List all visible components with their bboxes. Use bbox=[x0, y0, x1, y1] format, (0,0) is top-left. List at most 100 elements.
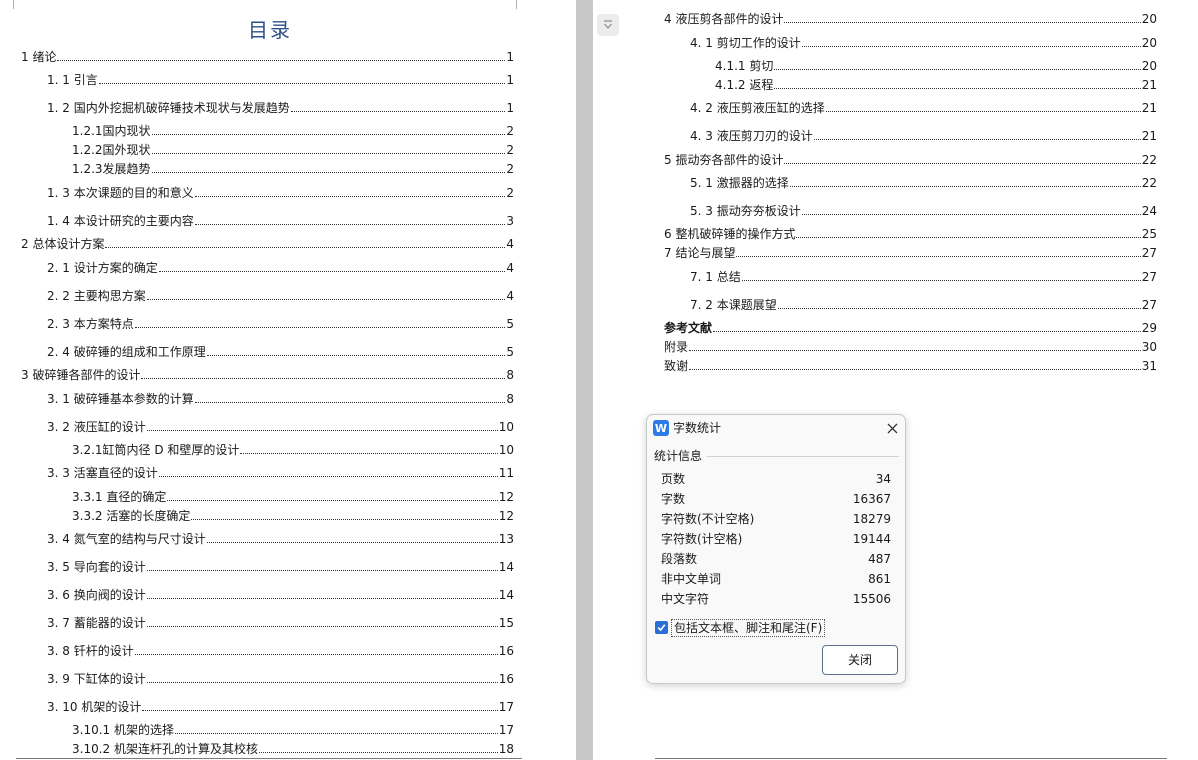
toc-entry-page-number: 14 bbox=[498, 560, 514, 574]
toc-entry[interactable]: 5. 1 激振器的选择 22 bbox=[690, 174, 1157, 190]
toc-entry[interactable]: 3. 2 液压缸的设计 10 bbox=[47, 418, 514, 434]
toc-entry[interactable]: 7. 1 总结 27 bbox=[690, 268, 1157, 284]
toc-entry-label: 3.10.1 机架的选择 bbox=[72, 723, 174, 737]
toc-leader-dots bbox=[194, 224, 506, 225]
page-corner-mark bbox=[516, 0, 526, 9]
stat-row: 字数 16367 bbox=[661, 491, 891, 507]
toc-entry-page-number: 8 bbox=[506, 392, 514, 406]
toc-entry[interactable]: 1. 3 本次课题的目的和意义 2 bbox=[47, 184, 514, 200]
toc-entry[interactable]: 致谢 31 bbox=[664, 357, 1157, 373]
toc-entry[interactable]: 3.2.1缸筒内径 D 和壁厚的设计 10 bbox=[72, 441, 514, 457]
toc-entry[interactable]: 1.2.3发展趋势 2 bbox=[72, 160, 514, 176]
collapse-toc-button[interactable] bbox=[597, 14, 619, 36]
toc-leader-dots bbox=[736, 256, 1141, 257]
toc-entry[interactable]: 3. 10 机架的设计 17 bbox=[47, 698, 514, 714]
toc-entry[interactable]: 5 振动夯各部件的设计 22 bbox=[664, 151, 1157, 167]
toc-entry[interactable]: 附录 30 bbox=[664, 338, 1157, 354]
toc-entry[interactable]: 3.3.1 直径的确定 12 bbox=[72, 488, 514, 504]
toc-entry-label: 2. 4 破碎锤的组成和工作原理 bbox=[47, 345, 206, 359]
toc-entry-page-number: 22 bbox=[1141, 153, 1157, 167]
toc-entry[interactable]: 1.2.2国外现状 2 bbox=[72, 141, 514, 157]
toc-entry[interactable]: 3. 4 氮气室的结构与尺寸设计 13 bbox=[47, 530, 514, 546]
toc-leader-dots bbox=[146, 570, 498, 571]
toc-entry[interactable]: 3. 7 蓄能器的设计 15 bbox=[47, 614, 514, 630]
toc-entry[interactable]: 3. 8 钎杆的设计 16 bbox=[47, 642, 514, 658]
toc-entry-page-number: 16 bbox=[498, 644, 514, 658]
page-gap bbox=[576, 0, 593, 760]
toc-entry[interactable]: 4.1.2 返程 21 bbox=[715, 76, 1157, 92]
toc-entry[interactable]: 3.10.2 机架连杆孔的计算及其校核 18 bbox=[72, 740, 514, 756]
toc-entry[interactable]: 1.2.1国内现状 2 bbox=[72, 122, 514, 138]
stat-row: 页数 34 bbox=[661, 471, 891, 487]
toc-entry[interactable]: 2. 1 设计方案的确定 4 bbox=[47, 259, 514, 275]
stat-value: 15506 bbox=[852, 592, 891, 606]
toc-entry[interactable]: 2. 4 破碎锤的组成和工作原理 5 bbox=[47, 343, 514, 359]
toc-leader-dots bbox=[98, 83, 506, 84]
toc-entry-label: 附录 bbox=[664, 340, 689, 354]
toc-entry-page-number: 2 bbox=[506, 143, 514, 157]
toc-entry-page-number: 18 bbox=[498, 742, 514, 756]
close-icon bbox=[887, 423, 897, 433]
toc-entry[interactable]: 3. 3 活塞直径的设计 11 bbox=[47, 464, 514, 480]
toc-entry[interactable]: 2 总体设计方案 4 bbox=[21, 235, 514, 251]
toc-entry[interactable]: 1 绪论 1 bbox=[21, 48, 514, 64]
toc-leader-dots bbox=[151, 134, 506, 135]
include-textbox-footnotes-label[interactable]: 包括文本框、脚注和尾注(F) bbox=[671, 619, 826, 637]
toc-entry[interactable]: 1. 4 本设计研究的主要内容 3 bbox=[47, 212, 514, 228]
toc-entry-page-number: 21 bbox=[1141, 129, 1157, 143]
stat-row: 字符数(计空格) 19144 bbox=[661, 531, 891, 547]
include-textbox-footnotes-checkbox[interactable] bbox=[655, 621, 668, 634]
toc-entry[interactable]: 3. 9 下缸体的设计 16 bbox=[47, 670, 514, 686]
toc-entry[interactable]: 4. 3 液压剪刀刃的设计 21 bbox=[690, 127, 1157, 143]
toc-entry-page-number: 20 bbox=[1141, 12, 1157, 26]
close-button[interactable]: 关闭 bbox=[822, 645, 898, 675]
toc-entry-page-number: 27 bbox=[1141, 298, 1157, 312]
toc-entry-label: 1.2.3发展趋势 bbox=[72, 162, 151, 176]
toc-entry-page-number: 20 bbox=[1141, 59, 1157, 73]
word-count-dialog: W 字数统计 统计信息 页数 34 字数 16367 字符数(不计空格) 18279 字符数… bbox=[646, 414, 906, 684]
toc-entry[interactable]: 6 整机破碎锤的操作方式 25 bbox=[664, 225, 1157, 241]
toc-leader-dots bbox=[789, 186, 1141, 187]
toc-entry-page-number: 1 bbox=[506, 101, 514, 115]
toc-entry-label: 3.2.1缸筒内径 D 和壁厚的设计 bbox=[72, 443, 240, 457]
toc-entry[interactable]: 3.10.1 机架的选择 17 bbox=[72, 721, 514, 737]
toc-entry[interactable]: 4. 2 液压剪液压缸的选择 21 bbox=[690, 99, 1157, 115]
toc-entry[interactable]: 2. 3 本方案特点 5 bbox=[47, 315, 514, 331]
toc-leader-dots bbox=[240, 453, 498, 454]
toc-entry-page-number: 14 bbox=[498, 588, 514, 602]
toc-entry[interactable]: 3. 5 导向套的设计 14 bbox=[47, 558, 514, 574]
toc-entry[interactable]: 4.1.1 剪切 20 bbox=[715, 57, 1157, 73]
toc-entry-label: 7. 1 总结 bbox=[690, 270, 741, 284]
stat-label: 非中文单词 bbox=[661, 572, 722, 586]
toc-entry-page-number: 21 bbox=[1141, 78, 1157, 92]
toc-entry[interactable]: 3. 1 破碎锤基本参数的计算 8 bbox=[47, 390, 514, 406]
toc-leader-dots bbox=[784, 22, 1141, 23]
toc-entry[interactable]: 3 破碎锤各部件的设计 8 bbox=[21, 366, 514, 382]
toc-entry[interactable]: 7 结论与展望 27 bbox=[664, 244, 1157, 260]
toc-entry[interactable]: 3.3.2 活塞的长度确定 12 bbox=[72, 507, 514, 523]
toc-entry-page-number: 25 bbox=[1141, 227, 1157, 241]
dialog-close-button[interactable] bbox=[884, 420, 900, 436]
toc-entry-page-number: 20 bbox=[1141, 36, 1157, 50]
stat-row: 字符数(不计空格) 18279 bbox=[661, 511, 891, 527]
toc-entry-page-number: 2 bbox=[506, 124, 514, 138]
toc-leader-dots bbox=[741, 280, 1141, 281]
toc-entry-page-number: 5 bbox=[506, 345, 514, 359]
toc-leader-dots bbox=[206, 355, 506, 356]
toc-entry[interactable]: 参考文献 29 bbox=[664, 319, 1157, 335]
toc-entry[interactable]: 1. 1 引言 1 bbox=[47, 71, 514, 87]
toc-entry-label: 2 总体设计方案 bbox=[21, 237, 105, 251]
toc-entry[interactable]: 5. 3 振动夯夯板设计 24 bbox=[690, 202, 1157, 218]
toc-entry[interactable]: 3. 6 换向阀的设计 14 bbox=[47, 586, 514, 602]
toc-entry[interactable]: 2. 2 主要构思方案 4 bbox=[47, 287, 514, 303]
toc-entry[interactable]: 1. 2 国内外挖掘机破碎锤技术现状与发展趋势 1 bbox=[47, 99, 514, 115]
toc-leader-dots bbox=[774, 88, 1141, 89]
toc-entry[interactable]: 4. 1 剪切工作的设计 20 bbox=[690, 34, 1157, 50]
toc-entry-page-number: 10 bbox=[498, 420, 514, 434]
toc-entry[interactable]: 4 液压剪各部件的设计 20 bbox=[664, 10, 1157, 26]
toc-entry-page-number: 11 bbox=[498, 466, 514, 480]
toc-entry-label: 3.10.2 机架连杆孔的计算及其校核 bbox=[72, 742, 258, 756]
toc-entry-page-number: 2 bbox=[506, 186, 514, 200]
toc-entry[interactable]: 7. 2 本课题展望 27 bbox=[690, 296, 1157, 312]
toc-entry-page-number: 27 bbox=[1141, 270, 1157, 284]
